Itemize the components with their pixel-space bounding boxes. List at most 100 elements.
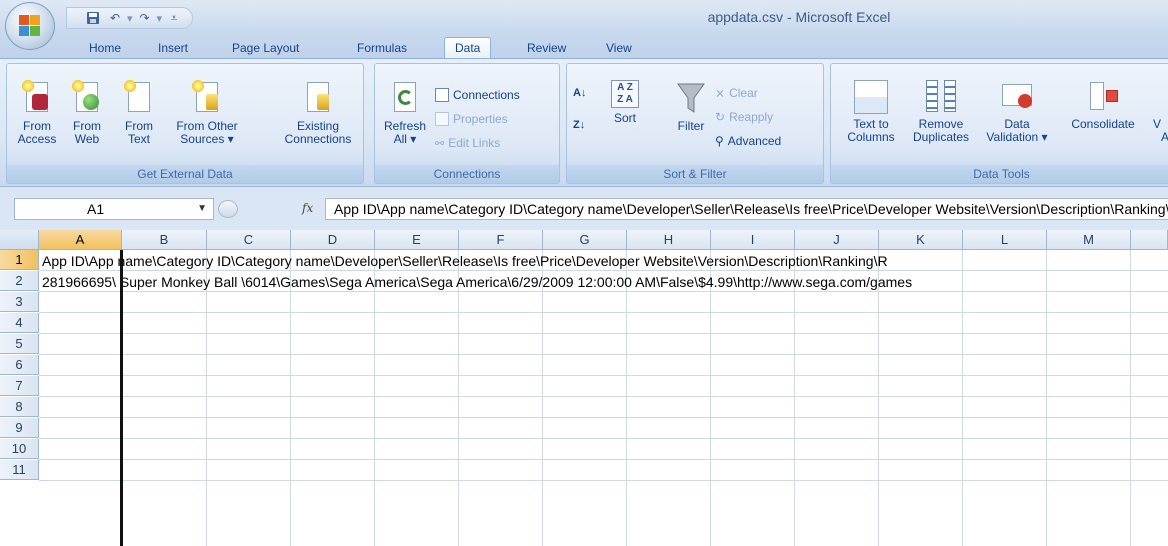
column-header-j[interactable]: J <box>795 230 879 250</box>
clear-icon: ⨯ <box>715 86 726 100</box>
remove-duplicates-button[interactable]: Remove Duplicates <box>905 80 977 144</box>
column-header-f[interactable]: F <box>459 230 543 250</box>
column-header-c[interactable]: C <box>207 230 291 250</box>
ribbon-tabs: Home Insert Page Layout Formulas Data Re… <box>0 34 1168 59</box>
access-icon <box>22 80 52 116</box>
column-header-g[interactable]: G <box>543 230 627 250</box>
column-gridline <box>626 250 627 546</box>
reapply-icon: ↻ <box>715 110 726 124</box>
column-gridline <box>374 250 375 546</box>
column-gridline <box>206 250 207 546</box>
text-to-columns-icon <box>854 80 888 114</box>
refresh-all-button[interactable]: Refresh All ▾ <box>381 80 429 146</box>
row-header-8[interactable]: 8 <box>0 397 39 417</box>
office-button[interactable] <box>5 2 55 50</box>
column-gridline <box>878 250 879 546</box>
advanced-filter-button[interactable]: ⚲ Advanced <box>715 132 781 150</box>
select-all-corner[interactable] <box>0 230 39 250</box>
remove-duplicates-icon <box>924 80 958 114</box>
row-header-3[interactable]: 3 <box>0 292 39 312</box>
sort-descending-icon[interactable]: Z↓ <box>573 116 589 134</box>
tab-data[interactable]: Data <box>444 37 492 59</box>
column-header-a[interactable]: A <box>39 230 122 250</box>
column-gridline <box>794 250 795 546</box>
row-header-11[interactable]: 11 <box>0 460 39 480</box>
clear-filter-button[interactable]: ⨯ Clear <box>715 84 758 102</box>
from-access-button[interactable]: From Access <box>17 80 57 146</box>
column-header-h[interactable]: H <box>627 230 711 250</box>
column-gridline <box>542 250 543 546</box>
data-validation-icon <box>1000 80 1034 114</box>
formula-input[interactable]: App ID\App name\Category ID\Category nam… <box>325 198 1168 220</box>
column-header-b[interactable]: B <box>122 230 207 250</box>
row-header-10[interactable]: 10 <box>0 439 39 459</box>
chevron-down-icon[interactable]: ▼ <box>197 199 207 219</box>
data-validation-button[interactable]: Data Validation ▾ <box>979 80 1055 144</box>
cell-a1[interactable]: App ID\App name\Category ID\Category nam… <box>42 251 1168 271</box>
column-gridline <box>1130 250 1131 546</box>
consolidate-button[interactable]: Consolidate <box>1063 80 1143 131</box>
office-logo-icon <box>19 15 41 37</box>
connections-button[interactable]: Connections <box>435 86 520 104</box>
advanced-filter-icon: ⚲ <box>715 134 724 148</box>
column-header-m[interactable]: M <box>1047 230 1131 250</box>
column-gridline <box>710 250 711 546</box>
group-label-connections: Connections <box>375 165 559 183</box>
filter-button[interactable]: Filter <box>671 80 711 133</box>
name-box[interactable]: A1 ▼ <box>14 198 214 220</box>
text-file-icon <box>124 80 154 116</box>
tab-insert[interactable]: Insert <box>158 38 188 58</box>
column-header-i[interactable]: I <box>711 230 795 250</box>
column-gridline <box>290 250 291 546</box>
text-to-columns-button[interactable]: Text to Columns <box>839 80 903 144</box>
from-web-button[interactable]: From Web <box>67 80 107 146</box>
column-header-l[interactable]: L <box>963 230 1047 250</box>
tab-home[interactable]: Home <box>89 38 121 58</box>
edit-links-button[interactable]: ⚯ Edit Links <box>435 134 500 152</box>
tab-view[interactable]: View <box>606 38 632 58</box>
cell-a2[interactable]: 281966695\ Super Monkey Ball \6014\Games… <box>42 272 1168 292</box>
column-gridline <box>962 250 963 546</box>
tab-page-layout[interactable]: Page Layout <box>232 38 299 58</box>
column-header-k[interactable]: K <box>879 230 963 250</box>
column-gridline <box>458 250 459 546</box>
row-header-5[interactable]: 5 <box>0 334 39 354</box>
row-header-7[interactable]: 7 <box>0 376 39 396</box>
group-label-sort-filter: Sort & Filter <box>567 165 823 183</box>
row-header-9[interactable]: 9 <box>0 418 39 438</box>
properties-button[interactable]: Properties <box>435 110 508 128</box>
column-header-d[interactable]: D <box>291 230 375 250</box>
title-bar: ↶ ▾ ↷ ▾ ⩡ appdata.csv - Microsoft Excel <box>0 0 1168 34</box>
row-header-4[interactable]: 4 <box>0 313 39 333</box>
row-header-6[interactable]: 6 <box>0 355 39 375</box>
tab-formulas[interactable]: Formulas <box>357 38 407 58</box>
group-connections: Refresh All ▾ Connections Properties ⚯ E… <box>374 63 560 184</box>
column-header-partial[interactable] <box>1131 230 1168 250</box>
sort-icon: A ZZ A <box>611 80 639 108</box>
tab-review[interactable]: Review <box>527 38 566 58</box>
column-header-e[interactable]: E <box>375 230 459 250</box>
formula-bar: A1 ▼ fx App ID\App name\Category ID\Cate… <box>0 186 1168 230</box>
row-gridline <box>39 354 1168 355</box>
sort-ascending-icon[interactable]: A↓ <box>573 84 589 102</box>
window-title: appdata.csv - Microsoft Excel <box>707 9 891 25</box>
row-header-1[interactable]: 1 <box>0 250 39 270</box>
row-gridline <box>39 312 1168 313</box>
web-icon <box>72 80 102 116</box>
insert-function-icon[interactable]: fx <box>302 201 313 215</box>
existing-connections-button[interactable]: Existing Connections <box>275 80 361 146</box>
expand-circle-icon[interactable] <box>218 200 238 218</box>
row-header-2[interactable]: 2 <box>0 271 39 291</box>
what-if-analysis-button[interactable]: V A <box>1153 80 1168 144</box>
sort-button[interactable]: A ZZ A Sort <box>605 80 645 125</box>
other-sources-icon <box>192 80 222 116</box>
spreadsheet-grid[interactable]: ABCDEFGHIJKLM 1 2 3 4 5 6 7 8 9 10 11 App ID\App n… <box>0 230 1168 546</box>
row-gridline <box>39 333 1168 334</box>
reapply-button[interactable]: ↻ Reapply <box>715 108 773 126</box>
from-other-sources-button[interactable]: From Other Sources ▾ <box>167 80 247 146</box>
properties-icon <box>435 112 449 126</box>
row-gridline <box>39 375 1168 376</box>
from-text-button[interactable]: From Text <box>119 80 159 146</box>
consolidate-icon <box>1086 80 1120 114</box>
row-gridline <box>39 396 1168 397</box>
